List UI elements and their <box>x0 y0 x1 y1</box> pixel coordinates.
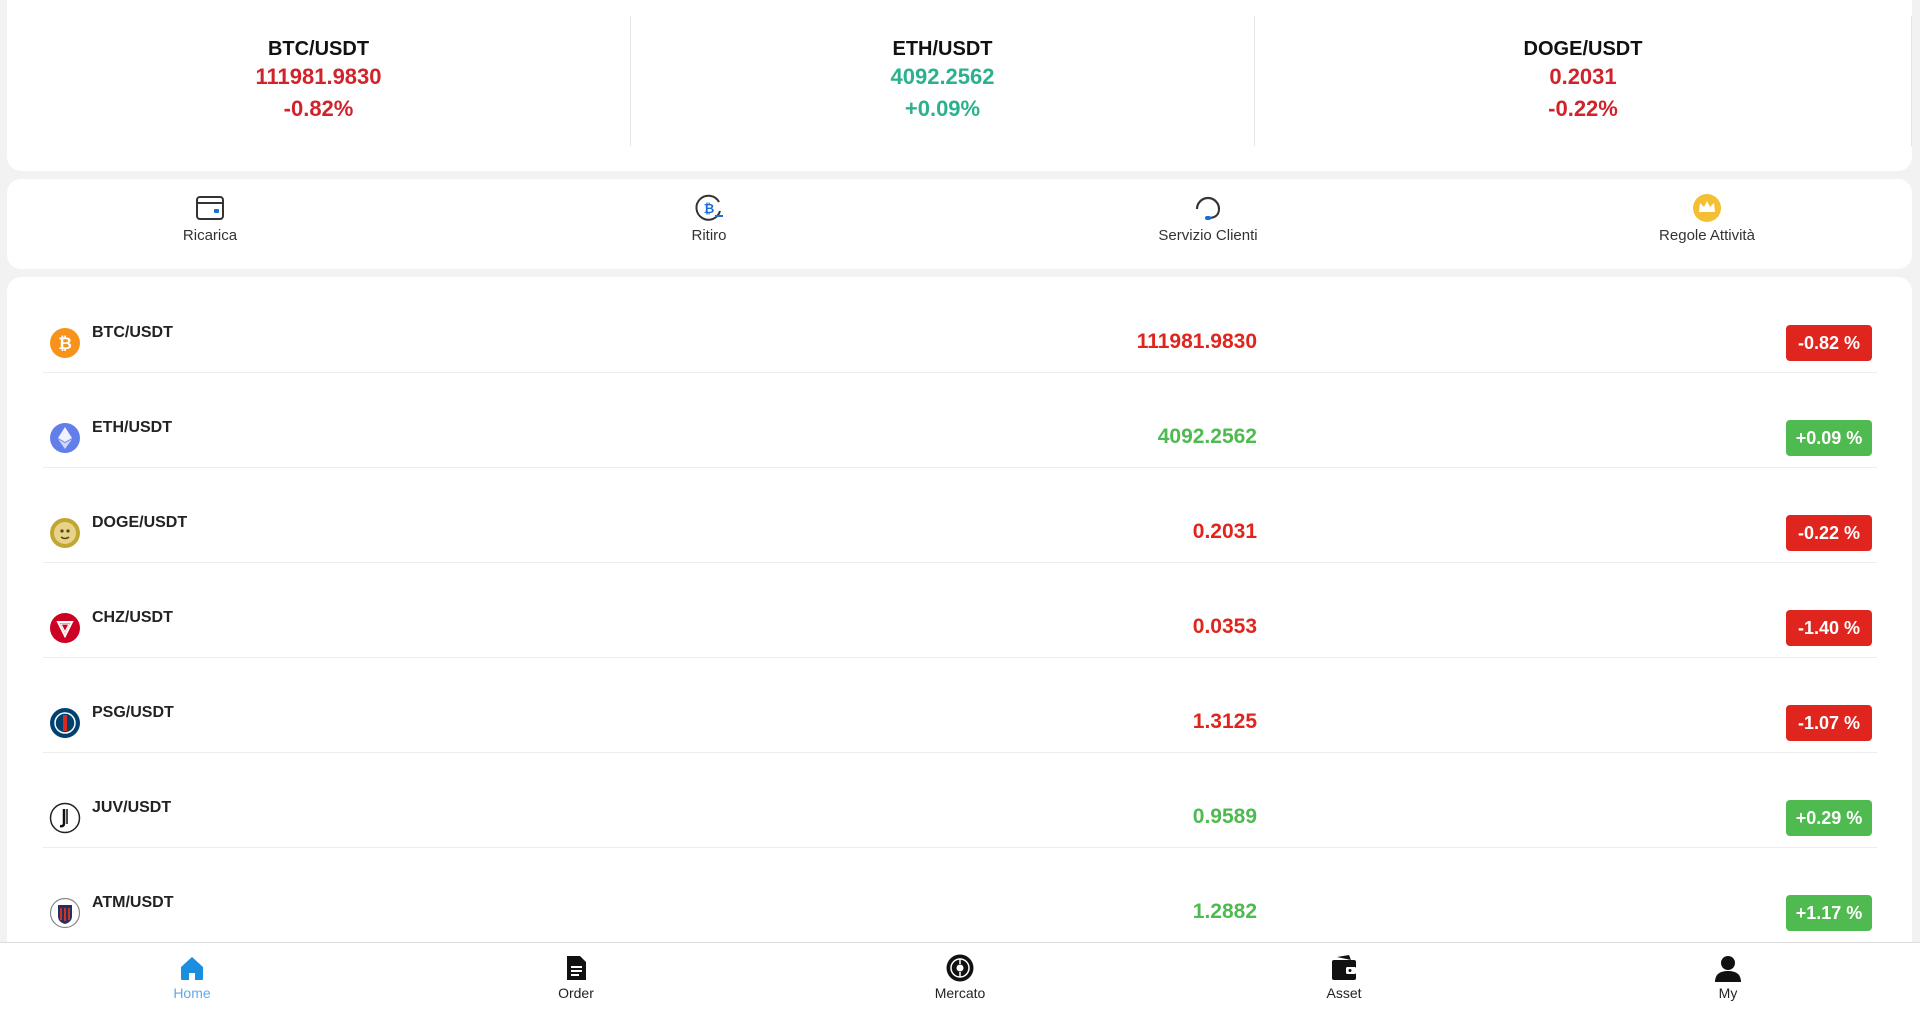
ticker-pair: DOGE/USDT <box>1523 38 1643 60</box>
coin-price: 111981.9830 <box>1136 330 1257 353</box>
crown-icon <box>1693 194 1721 222</box>
juventus-icon <box>49 802 81 834</box>
market-row[interactable]: CHZ/USDT 0.0353 -1.40 % <box>43 562 1877 658</box>
ticker-change: +0.09% <box>904 96 981 121</box>
coin-pair: DOGE/USDT <box>92 514 188 531</box>
wallet-icon <box>196 196 224 220</box>
change-badge: +0.29 % <box>1786 800 1872 836</box>
coin-pair: PSG/USDT <box>92 704 174 721</box>
coin-pair: JUV/USDT <box>92 799 172 816</box>
coin-price: 0.9589 <box>1192 805 1257 828</box>
action-label: Servizio Clienti <box>1158 227 1258 244</box>
change-badge: -0.22 % <box>1786 515 1872 551</box>
market-row[interactable]: JUV/USDT 0.9589 +0.29 % <box>43 752 1877 848</box>
coin-price: 0.0353 <box>1192 615 1257 638</box>
market-icon <box>946 954 974 982</box>
quick-actions: Ricarica ₿ Ritiro Servizio Clienti Regol… <box>7 179 1912 269</box>
ticker-item[interactable]: ETH/USDT 4092.2562 +0.09% <box>631 16 1255 146</box>
ticker-price: 0.2031 <box>1549 64 1617 89</box>
ticker-pair: BTC/USDT <box>267 38 370 60</box>
action-label: Ricarica <box>182 227 238 244</box>
chiliz-icon <box>50 613 80 643</box>
nav-label: Home <box>173 985 211 1001</box>
atletico-icon <box>49 897 81 929</box>
headset-icon <box>1195 196 1221 220</box>
change-badge: -0.82 % <box>1786 325 1872 361</box>
dogecoin-icon <box>50 518 80 548</box>
market-row[interactable]: ETH/USDT 4092.2562 +0.09 % <box>43 372 1877 468</box>
coin-price: 4092.2562 <box>1157 425 1257 448</box>
bitcoin-withdraw-icon: ₿ <box>695 194 723 221</box>
action-servizio-clienti[interactable]: Servizio Clienti <box>1108 179 1308 269</box>
coin-pair: CHZ/USDT <box>92 609 173 626</box>
coin-price: 1.2882 <box>1192 900 1257 923</box>
coin-pair: ETH/USDT <box>92 419 172 436</box>
home-icon <box>181 957 203 980</box>
nav-label: Mercato <box>934 985 986 1001</box>
nav-order[interactable]: Order <box>506 943 646 1012</box>
ticker-price: 4092.2562 <box>890 64 995 89</box>
ticker-price: 111981.9830 <box>255 64 382 89</box>
wallet-icon <box>1332 955 1356 980</box>
nav-label: My <box>1718 985 1738 1001</box>
coin-price: 0.2031 <box>1192 520 1257 543</box>
change-badge: +1.17 % <box>1786 895 1872 931</box>
user-icon <box>1715 956 1741 982</box>
action-label: Ritiro <box>691 227 727 244</box>
bottom-nav: Home Order Mercato Asset My <box>0 942 1920 1012</box>
nav-mercato[interactable]: Mercato <box>890 943 1030 1012</box>
bitcoin-icon: ₿ <box>50 328 80 358</box>
action-ricarica[interactable]: Ricarica <box>110 179 310 269</box>
ticker-summary: BTC/USDT 111981.9830 -0.82% ETH/USDT 409… <box>7 0 1912 171</box>
coin-pair: ATM/USDT <box>92 894 174 911</box>
market-list: ₿ BTC/USDT 111981.9830 -0.82 % ETH/USDT … <box>7 277 1912 951</box>
market-row[interactable]: DOGE/USDT 0.2031 -0.22 % <box>43 467 1877 563</box>
action-label: Regole Attività <box>1659 227 1755 244</box>
nav-label: Asset <box>1326 985 1362 1001</box>
coin-price: 1.3125 <box>1192 710 1257 733</box>
ticker-change: -0.82% <box>283 96 354 121</box>
svg-text:₿: ₿ <box>58 334 72 354</box>
nav-asset[interactable]: Asset <box>1274 943 1414 1012</box>
nav-home[interactable]: Home <box>122 943 262 1012</box>
ticker-item[interactable]: DOGE/USDT 0.2031 -0.22% <box>1255 16 1912 146</box>
market-row[interactable]: ₿ BTC/USDT 111981.9830 -0.82 % <box>43 277 1877 373</box>
ticker-item[interactable]: BTC/USDT 111981.9830 -0.82% <box>7 16 631 146</box>
ticker-pair: ETH/USDT <box>892 38 993 60</box>
action-ritiro[interactable]: ₿ Ritiro <box>609 179 809 269</box>
document-icon <box>567 956 586 980</box>
coin-pair: BTC/USDT <box>92 324 173 341</box>
change-badge: -1.40 % <box>1786 610 1872 646</box>
change-badge: -1.07 % <box>1786 705 1872 741</box>
ticker-change: -0.22% <box>1548 96 1618 121</box>
nav-my[interactable]: My <box>1658 943 1798 1012</box>
ethereum-icon <box>50 423 80 453</box>
nav-label: Order <box>558 985 594 1001</box>
market-row[interactable]: ATM/USDT 1.2882 +1.17 % <box>43 847 1877 943</box>
svg-text:₿: ₿ <box>704 202 715 217</box>
change-badge: +0.09 % <box>1786 420 1872 456</box>
psg-icon <box>50 708 80 738</box>
market-row[interactable]: PSG/USDT 1.3125 -1.07 % <box>43 657 1877 753</box>
action-regole-attivita[interactable]: Regole Attività <box>1607 179 1807 269</box>
